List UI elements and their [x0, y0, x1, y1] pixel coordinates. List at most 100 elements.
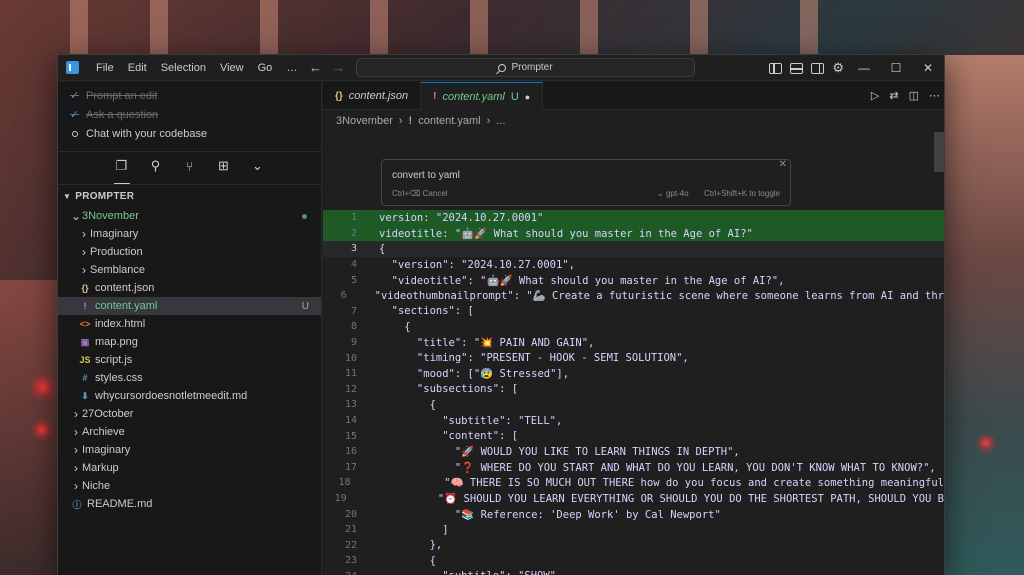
extensions-icon[interactable]: ⊞ — [214, 158, 234, 178]
menu-item[interactable]: … — [279, 55, 304, 81]
code-line: 2 videotitle: "🤖🚀 What should you master … — [323, 225, 944, 242]
code-line: 10 "timing": "PRESENT - HOOK - SEMI SOLU… — [323, 350, 944, 366]
tree-item[interactable]: ⓘ README.md — [58, 495, 321, 513]
line-number: 5 — [350, 274, 357, 286]
run-icon[interactable]: ▷ — [871, 82, 879, 110]
menu-item[interactable]: File — [89, 55, 121, 81]
split-editor-icon[interactable]: ◫ — [909, 82, 919, 110]
toggle-panel-icon[interactable] — [790, 62, 804, 74]
editor-area: {} content.json! content.yaml U ● ▷ ⇄ ◫ ⋯ 3N… — [323, 82, 944, 575]
tree-item-label: index.html — [95, 318, 146, 330]
gear-icon[interactable]: ⚙ — [832, 60, 844, 76]
code-text: "⏰ SHOULD YOU LEARN EVERYTHING OR SHOULD… — [361, 492, 944, 505]
toggle-primary-sidebar-icon[interactable] — [769, 62, 783, 74]
untracked-badge: U — [301, 300, 309, 312]
tree-item[interactable]: › 27October — [58, 405, 321, 423]
line-number: 7 — [350, 305, 357, 317]
composer-item-label: Prompt an edit — [86, 89, 158, 102]
unsaved-dot-icon[interactable]: ● — [525, 92, 530, 102]
tree-item[interactable]: ⬇ whycursordoesnotletmeedit.md — [58, 387, 321, 405]
tree-item[interactable]: ! content.yaml U — [58, 297, 321, 315]
search-icon[interactable]: ⚲ — [146, 158, 166, 178]
model-selector[interactable]: ⌄ gpt-4o — [657, 189, 689, 198]
tree-item[interactable]: ▣ map.png — [58, 333, 321, 351]
line-number: 15 — [344, 430, 357, 442]
menu-item[interactable]: View — [213, 55, 251, 81]
code-line: 6 "videothumbnailprompt": "🦾 Create a fu… — [323, 288, 944, 304]
compare-changes-icon[interactable]: ⇄ — [889, 82, 898, 110]
js-file-icon: JS — [79, 355, 91, 365]
close-button[interactable]: ✕ — [912, 55, 944, 81]
tree-item[interactable]: › Imaginary — [58, 225, 321, 243]
tree-item[interactable]: ⌄ 3November — [58, 207, 321, 225]
maximize-button[interactable]: ☐ — [880, 55, 912, 81]
code-text: "mood": ["😰 Stressed"], — [379, 368, 570, 381]
code-text: }, — [379, 539, 443, 552]
title-bar: File Edit Selection View Go… ← → Prompter ⚙ … — [58, 55, 944, 81]
menu-item[interactable]: Selection — [154, 55, 213, 81]
toggle-secondary-sidebar-icon[interactable] — [811, 62, 825, 74]
line-number: 2 — [350, 227, 357, 239]
close-icon[interactable]: ✕ — [779, 159, 787, 170]
tree-item[interactable]: › Semblance — [58, 261, 321, 279]
tree-item[interactable]: › Niche — [58, 477, 321, 495]
tab-content-json[interactable]: {} content.json — [323, 82, 422, 110]
menu-bar: File Edit Selection View Go… — [89, 55, 304, 81]
check-icon: ✓ — [70, 109, 80, 121]
code-text: "content": [ — [379, 430, 519, 443]
menu-item[interactable]: Edit — [121, 55, 154, 81]
breadcrumb: 3November ›! content.yaml ›... — [323, 110, 944, 132]
scrollbar-thumb[interactable] — [934, 132, 944, 172]
background-decor — [370, 0, 388, 55]
code-line: 14 "subtitle": "TELL", — [323, 413, 944, 429]
forward-arrow-icon[interactable]: → — [332, 55, 345, 81]
line-number: 6 — [340, 290, 347, 302]
tree-item[interactable]: › Production — [58, 243, 321, 261]
modified-dot-icon — [302, 213, 307, 219]
minimize-button[interactable]: — — [848, 55, 880, 81]
code-line: 20 "📚 Reference: 'Deep Work' by Cal Newp… — [323, 506, 944, 522]
background-light — [30, 418, 54, 442]
tree-item-label: styles.css — [95, 372, 143, 384]
code-text: "subsections": [ — [379, 383, 519, 396]
composer-item[interactable]: Chat with your codebase — [70, 124, 321, 143]
tree-item[interactable]: JS script.js — [58, 351, 321, 369]
tree-item[interactable]: › Archieve — [58, 423, 321, 441]
tree-item-label: Markup — [82, 462, 119, 474]
composer-item[interactable]: ✓ Prompt an edit — [70, 86, 321, 105]
tree-item[interactable]: <> index.html — [58, 315, 321, 333]
tree-item[interactable]: # styles.css — [58, 369, 321, 387]
line-number: 23 — [344, 555, 357, 567]
command-center-search[interactable]: Prompter — [356, 58, 695, 77]
breadcrumb-item[interactable]: 3November — [336, 115, 393, 127]
source-control-icon[interactable]: ⑂ — [180, 159, 200, 178]
tab-content-yaml[interactable]: ! content.yaml U ● — [421, 82, 544, 110]
breadcrumb-item[interactable]: ... — [496, 115, 505, 127]
tree-item[interactable]: › Imaginary — [58, 441, 321, 459]
prompt-input[interactable]: convert to yaml — [392, 170, 460, 181]
code-line: 4 "version": "2024.10.27.0001", — [323, 257, 944, 273]
tree-item-label: Niche — [82, 480, 111, 492]
editor-actions: ▷ ⇄ ◫ ⋯ — [871, 82, 940, 110]
code-editor[interactable]: 1 version: "2024.10.27.0001" 2 videotitle: … — [323, 210, 944, 575]
chevron-down-icon[interactable]: ⌄ — [248, 158, 268, 178]
tree-item[interactable]: › Markup — [58, 459, 321, 477]
background-decor — [800, 0, 818, 55]
menu-item[interactable]: Go — [251, 55, 280, 81]
tree-item[interactable]: {} content.json — [58, 279, 321, 297]
back-arrow-icon[interactable]: ← — [309, 55, 322, 81]
prompt-cancel-hint: Ctrl+⌫ Cancel — [392, 189, 448, 198]
sidebar: ✓ Prompt an edit ✓ Ask a question Chat with … — [58, 82, 322, 575]
tree-item-label: content.yaml — [95, 300, 158, 312]
code-line: 15 "content": [ — [323, 428, 944, 444]
breadcrumb-item[interactable]: content.yaml — [418, 115, 480, 127]
explorer-header[interactable]: ▼ PROMPTER — [58, 185, 321, 207]
chevron-right-icon: › — [74, 461, 78, 475]
more-actions-icon[interactable]: ⋯ — [929, 82, 940, 110]
circle-icon — [72, 130, 78, 137]
line-number: 18 — [338, 477, 351, 489]
explorer-files-icon[interactable]: ❐ — [112, 158, 132, 184]
inline-prompt-box: convert to yaml Ctrl+⌫ Cancel ⌄ gpt-4o C… — [381, 159, 791, 206]
line-number: 16 — [344, 446, 357, 458]
composer-item[interactable]: ✓ Ask a question — [70, 105, 321, 124]
